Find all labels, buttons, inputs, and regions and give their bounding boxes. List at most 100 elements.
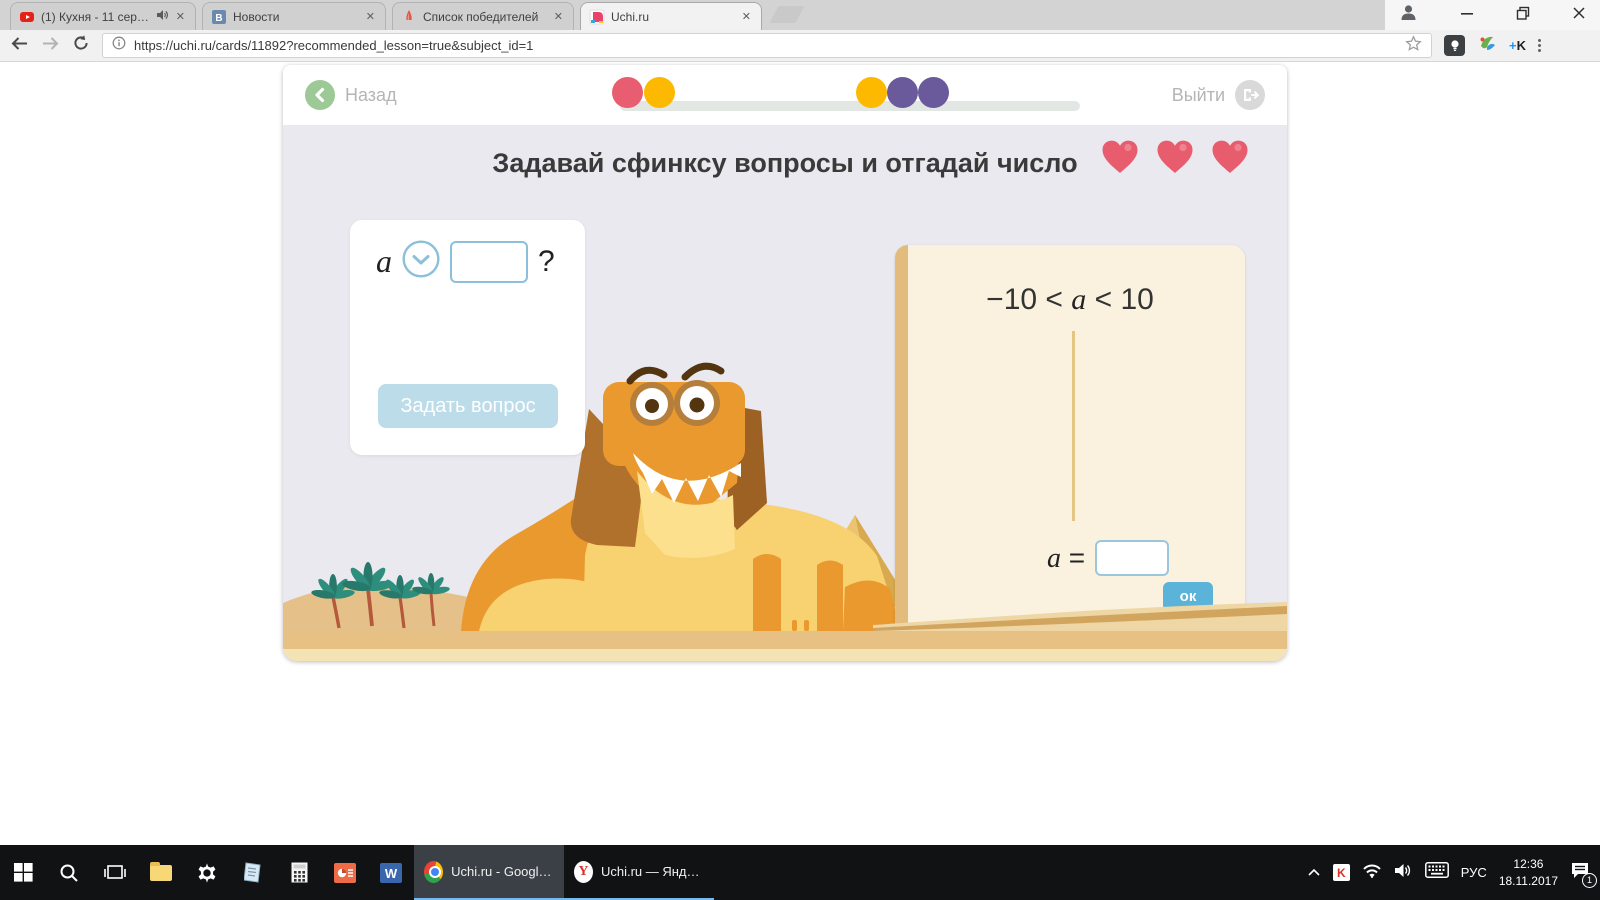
url-text[interactable]: https://uchi.ru/cards/11892?recommended_… (134, 38, 1397, 53)
settings-gear-icon[interactable] (184, 845, 230, 900)
keyboard-icon[interactable] (1425, 862, 1449, 883)
volume-icon[interactable] (1394, 863, 1413, 883)
sand-band-dark (283, 631, 1287, 649)
comparison-dropdown[interactable] (402, 240, 440, 283)
answer-input[interactable] (1095, 540, 1169, 576)
answer-scroll-panel: −10 < a < 10 a = ок (895, 245, 1245, 631)
browser-toolbar: https://uchi.ru/cards/11892?recommended_… (0, 30, 1600, 62)
back-button[interactable]: Назад (305, 80, 397, 110)
browser-tab-strip: (1) Кухня - 11 серия ( ✕ В Новости ✕ Спи… (0, 0, 1600, 30)
close-icon[interactable]: ✕ (740, 10, 753, 23)
progress-dot (887, 77, 918, 108)
task-label: Uchi.ru — Яндекс.... (601, 864, 704, 879)
reload-icon[interactable] (72, 34, 90, 57)
svg-text:W: W (385, 866, 398, 881)
bookmark-star-icon[interactable] (1405, 35, 1422, 57)
close-icon[interactable]: ✕ (174, 10, 187, 23)
tab-title: Uchi.ru (611, 10, 734, 24)
word-icon[interactable]: W (368, 845, 414, 900)
tab-uchi[interactable]: Uchi.ru ✕ (580, 2, 762, 30)
maximize-button[interactable] (1516, 6, 1530, 25)
clock[interactable]: 12:36 18.11.2017 (1499, 856, 1558, 888)
tab-title: Список победителей (423, 10, 546, 24)
info-icon[interactable] (112, 36, 126, 55)
menu-dots-icon[interactable] (1538, 39, 1541, 52)
variable-label: a (376, 243, 392, 280)
wifi-icon[interactable] (1362, 863, 1382, 883)
windows-taskbar: W Uchi.ru - Google C... Y Uchi.ru — Янде… (0, 845, 1600, 900)
hint-variable: a (1071, 283, 1086, 316)
youtube-icon (19, 9, 35, 25)
heart-icon (1209, 138, 1251, 178)
search-icon[interactable] (46, 845, 92, 900)
profile-icon[interactable] (1399, 3, 1418, 27)
flame-icon (401, 9, 417, 25)
vk-icon: В (211, 9, 227, 25)
extension-lightbulb-icon[interactable] (1444, 35, 1465, 56)
svg-text:В: В (215, 13, 222, 24)
action-center-icon[interactable]: 1 (1570, 862, 1590, 884)
heart-icon (1099, 138, 1141, 178)
new-tab-button[interactable] (769, 6, 804, 23)
lesson-card: Назад Выйти Задавай сфинксу вопросы и от… (283, 65, 1287, 661)
task-label: Uchi.ru - Google C... (451, 864, 554, 879)
close-icon[interactable]: ✕ (552, 10, 565, 23)
uchi-icon (589, 9, 605, 25)
tab-audio-icon[interactable] (156, 8, 168, 26)
progress-dot (612, 77, 643, 108)
yandex-icon: Y (574, 861, 593, 883)
powerpoint-icon[interactable] (322, 845, 368, 900)
sand-band-light (283, 649, 1287, 661)
answer-label: a = (1047, 542, 1085, 575)
tab-winners-list[interactable]: Список победителей ✕ (392, 2, 574, 30)
lives-indicator (1099, 138, 1251, 178)
kaspersky-icon[interactable]: K (1333, 864, 1350, 881)
exit-icon (1235, 80, 1265, 110)
close-window-button[interactable] (1572, 6, 1586, 25)
back-label: Назад (345, 85, 397, 106)
back-circle-icon (305, 80, 335, 110)
notepad-icon[interactable] (230, 845, 276, 900)
web-page: Назад Выйти Задавай сфинксу вопросы и от… (0, 63, 1600, 845)
language-indicator[interactable]: РУС (1461, 865, 1487, 880)
progress-bar (620, 101, 1080, 111)
back-icon[interactable] (10, 36, 29, 56)
close-icon[interactable]: ✕ (364, 10, 377, 23)
ask-question-button[interactable]: Задать вопрос (378, 384, 558, 428)
tab-title: Новости (233, 10, 358, 24)
system-tray: K РУС 12:36 18.11.2017 1 (1307, 845, 1600, 900)
address-bar[interactable]: https://uchi.ru/cards/11892?recommended_… (102, 33, 1432, 58)
file-explorer-icon[interactable] (138, 845, 184, 900)
question-number-input[interactable] (450, 241, 528, 283)
ok-button[interactable]: ок (1163, 582, 1213, 611)
tab-title: (1) Кухня - 11 серия ( (41, 10, 150, 24)
task-view-icon[interactable] (92, 845, 138, 900)
progress-dot (644, 77, 675, 108)
tab-vk[interactable]: В Новости ✕ (202, 2, 386, 30)
tray-date: 18.11.2017 (1499, 873, 1558, 889)
chrome-icon (424, 861, 443, 883)
window-controls (1385, 0, 1600, 30)
tray-chevron-icon[interactable] (1307, 864, 1321, 882)
start-button[interactable] (0, 845, 46, 900)
lesson-header: Назад Выйти (283, 65, 1287, 125)
calculator-icon[interactable] (276, 845, 322, 900)
answer-row: a = (1047, 540, 1169, 576)
progress-dot (918, 77, 949, 108)
extension-bird-icon[interactable] (1477, 33, 1497, 58)
heart-icon (1154, 138, 1196, 178)
divider-line (1072, 331, 1075, 521)
desktop: (1) Кухня - 11 серия ( ✕ В Новости ✕ Спи… (0, 0, 1600, 900)
exit-label: Выйти (1172, 85, 1225, 106)
yandex-task[interactable]: Y Uchi.ru — Яндекс.... (564, 845, 714, 900)
game-area: Задавай сфинксу вопросы и отгадай число … (283, 125, 1287, 631)
minimize-button[interactable] (1460, 6, 1474, 25)
progress-dot (856, 77, 887, 108)
chrome-task[interactable]: Uchi.ru - Google C... (414, 845, 564, 900)
forward-icon[interactable] (41, 36, 60, 56)
question-mark-label: ? (538, 245, 555, 279)
notification-badge: 1 (1582, 873, 1597, 888)
exit-button[interactable]: Выйти (1172, 80, 1265, 110)
extension-k-icon[interactable]: +K (1509, 38, 1526, 53)
tab-youtube[interactable]: (1) Кухня - 11 серия ( ✕ (10, 2, 196, 30)
